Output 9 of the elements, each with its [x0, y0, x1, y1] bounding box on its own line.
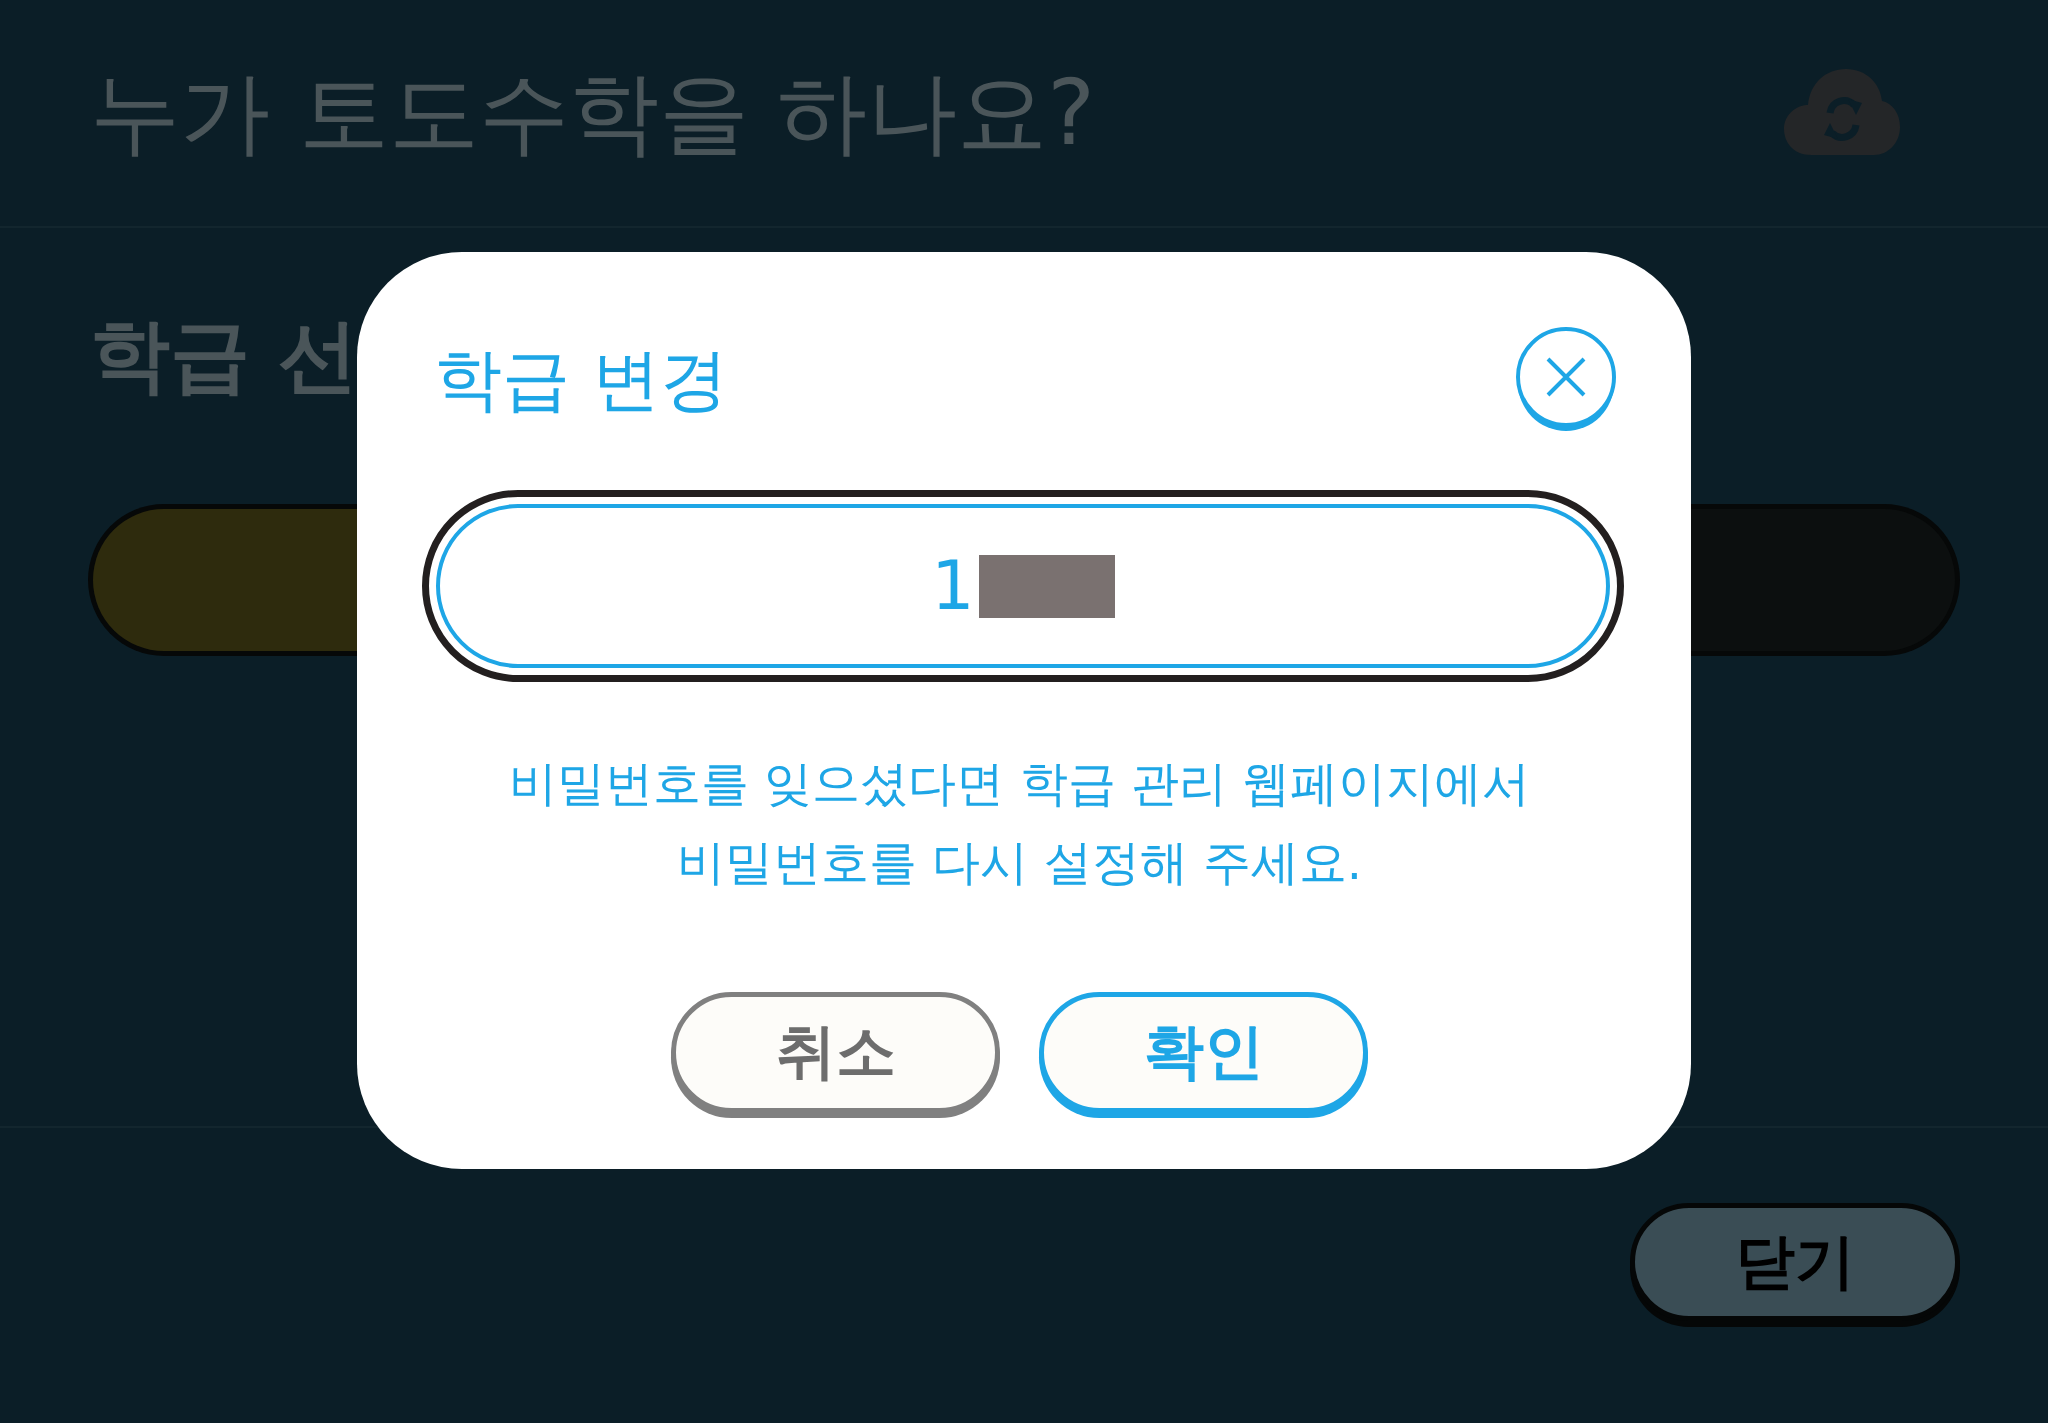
section-title: 학급 선: [90, 316, 358, 396]
option-button[interactable]: [88, 504, 357, 656]
page-title: 누가 토도수학을 하나요?: [90, 68, 1095, 158]
password-field[interactable]: 1: [422, 490, 1624, 682]
close-icon[interactable]: [1515, 326, 1617, 434]
dialog-title: 학급 변경: [434, 346, 728, 414]
cloud-sync-icon[interactable]: [1784, 69, 1900, 157]
help-message: 비밀번호를 잊으셨다면 학급 관리 웹페이지에서 비밀번호를 다시 설정해 주세요.: [508, 754, 1531, 892]
option-button[interactable]: [1691, 504, 1960, 656]
